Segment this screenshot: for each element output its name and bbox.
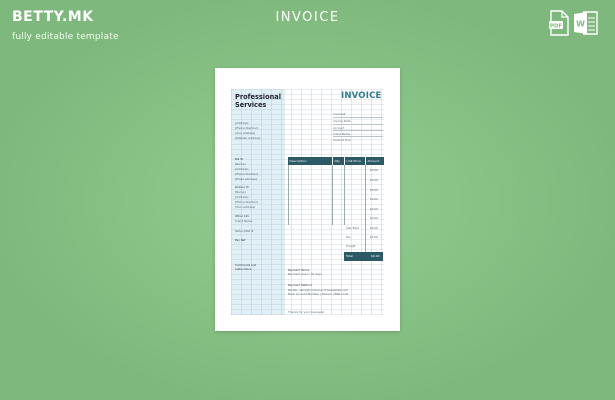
payment-terms-text: Payment due in 30 days bbox=[288, 272, 322, 276]
deliver-to-field: [Phone Number] bbox=[235, 200, 258, 204]
invoice-preview[interactable]: Professional Services INVOICE [Address] … bbox=[215, 68, 400, 331]
invoice-title: INVOICE bbox=[341, 91, 382, 101]
meta-field: Amount Due bbox=[333, 138, 351, 142]
other-heading: Other Info bbox=[235, 214, 250, 218]
subtotal-label: Sub Total bbox=[346, 226, 359, 230]
other-field: Client Name bbox=[235, 219, 253, 223]
word-icon-label: W bbox=[576, 20, 585, 29]
deliver-to-field: [Address] bbox=[235, 195, 249, 199]
payment-method-heading: Payment Method bbox=[288, 283, 312, 287]
total-row: Total $0.00 bbox=[344, 252, 383, 261]
tax-value: $0.00 bbox=[370, 235, 379, 239]
bill-to-field: [Name] bbox=[235, 162, 246, 166]
pdf-icon-label: PDF bbox=[550, 24, 563, 30]
divider bbox=[333, 124, 383, 125]
other-field: Refund/Ref # bbox=[235, 229, 254, 233]
column-amount: Amount bbox=[366, 157, 384, 165]
amount-cell: $0.00 bbox=[370, 188, 379, 192]
amount-cell: $0.00 bbox=[370, 197, 379, 201]
amount-cell: $0.00 bbox=[370, 168, 379, 172]
amount-cell: $0.00 bbox=[370, 216, 379, 220]
other-field: Pay Ref bbox=[235, 238, 246, 242]
divider bbox=[333, 130, 383, 131]
table-divider bbox=[288, 165, 289, 225]
bill-to-heading: Bill To bbox=[235, 157, 244, 161]
comments-label: Comments and Instructions bbox=[235, 263, 257, 271]
freight-label: Freight bbox=[346, 244, 356, 248]
tax-label: Tax bbox=[346, 235, 351, 239]
column-unit-price: Unit Price bbox=[345, 157, 365, 165]
pdf-icon[interactable]: PDF bbox=[548, 10, 570, 36]
deliver-to-heading: Deliver To bbox=[235, 185, 249, 189]
company-field: [Address] bbox=[235, 121, 249, 125]
table-divider bbox=[365, 165, 366, 252]
company-name: Professional Services bbox=[235, 93, 281, 109]
table-divider bbox=[332, 165, 333, 225]
file-format-icons: PDF W bbox=[548, 10, 599, 36]
bill-to-field: [Phone Number] bbox=[235, 172, 258, 176]
table-divider bbox=[344, 165, 345, 225]
meta-field: Invoice# bbox=[333, 112, 346, 116]
bill-to-field: [Email address] bbox=[235, 177, 257, 181]
company-field: [Your Address] bbox=[235, 131, 256, 135]
amount-cell: $0.00 bbox=[370, 178, 379, 182]
divider bbox=[333, 136, 383, 137]
payment-method-text: Bank Account Number | Branch | BSB Code bbox=[288, 292, 349, 296]
company-field: [Phone Number] bbox=[235, 126, 258, 130]
brand-tagline: fully editable template bbox=[12, 32, 119, 42]
column-description: Description bbox=[288, 157, 332, 165]
deliver-to-field: [Your Address] bbox=[235, 205, 256, 209]
page-title: INVOICE bbox=[275, 10, 340, 25]
meta-field: Invoice Date bbox=[333, 119, 351, 123]
word-icon[interactable]: W bbox=[573, 10, 599, 36]
subtotal-value: $0.00 bbox=[370, 226, 379, 230]
amount-cell: $0.00 bbox=[370, 207, 379, 211]
column-qty: Qty bbox=[333, 157, 344, 165]
company-field: [Website Address] bbox=[235, 136, 261, 140]
total-value: $0.00 bbox=[371, 254, 380, 258]
total-label: Total bbox=[346, 254, 354, 258]
bill-to-field: [Address] bbox=[235, 167, 249, 171]
thanks-note: Thanks for your business! bbox=[288, 310, 325, 314]
divider bbox=[333, 117, 383, 118]
deliver-to-field: [Name] bbox=[235, 190, 246, 194]
